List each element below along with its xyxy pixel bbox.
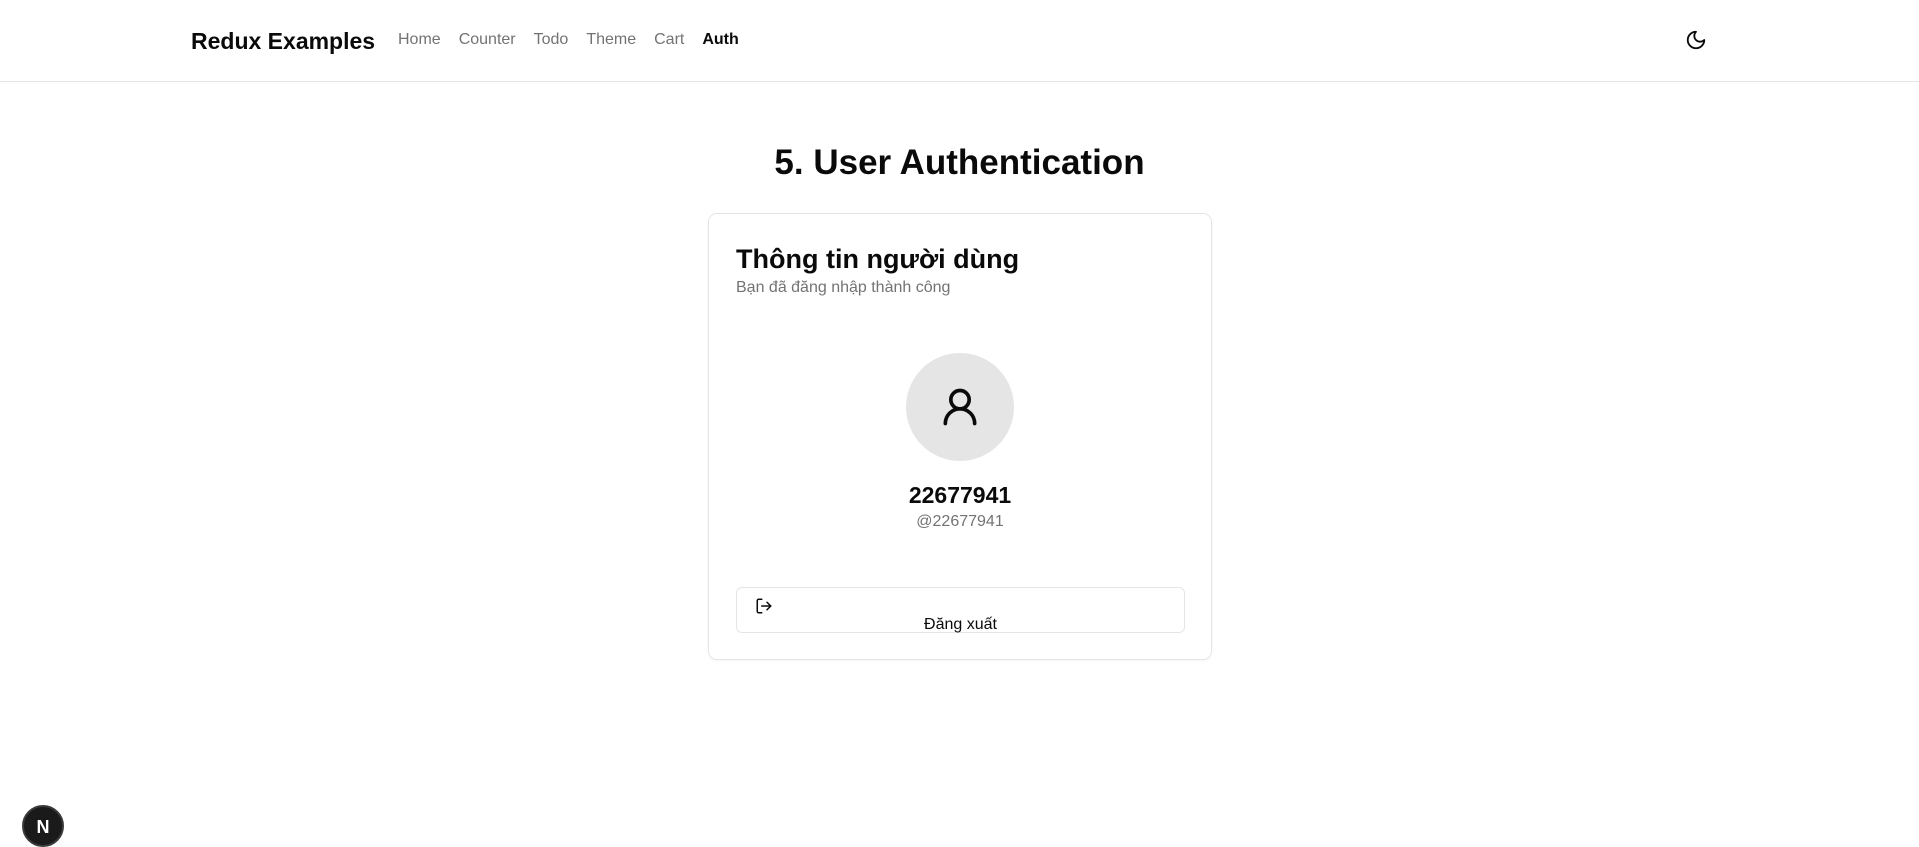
log-out-icon [756, 598, 772, 614]
top-navbar: Redux Examples Home Counter Todo Theme C… [0, 0, 1919, 82]
nextjs-icon: N [36, 817, 50, 837]
nav-link-theme[interactable]: Theme [586, 29, 636, 51]
nav-link-cart[interactable]: Cart [654, 29, 684, 51]
nav-link-counter[interactable]: Counter [459, 29, 516, 51]
card-description: Bạn đã đăng nhập thành công [736, 279, 951, 296]
logout-button[interactable]: Đăng xuất [736, 587, 1185, 633]
page-title: 5. User Authentication [774, 143, 1145, 182]
user-handle: @22677941 [916, 513, 1004, 530]
card-title: Thông tin người dùng [736, 244, 1020, 274]
avatar [906, 353, 1014, 461]
theme-toggle-button[interactable] [1681, 25, 1711, 55]
nav-link-todo[interactable]: Todo [534, 29, 569, 51]
nav-link-home[interactable]: Home [398, 29, 441, 51]
moon-icon [1686, 30, 1706, 50]
main-nav: Home Counter Todo Theme Cart Auth [398, 29, 739, 51]
user-icon [943, 388, 977, 426]
logout-button-label: Đăng xuất [924, 616, 997, 633]
nav-link-auth[interactable]: Auth [702, 29, 738, 51]
user-display-name: 22677941 [908, 482, 1012, 508]
user-info-card: Thông tin người dùng Bạn đã đăng nhập th… [708, 213, 1212, 660]
brand-logo[interactable]: Redux Examples [191, 26, 375, 56]
